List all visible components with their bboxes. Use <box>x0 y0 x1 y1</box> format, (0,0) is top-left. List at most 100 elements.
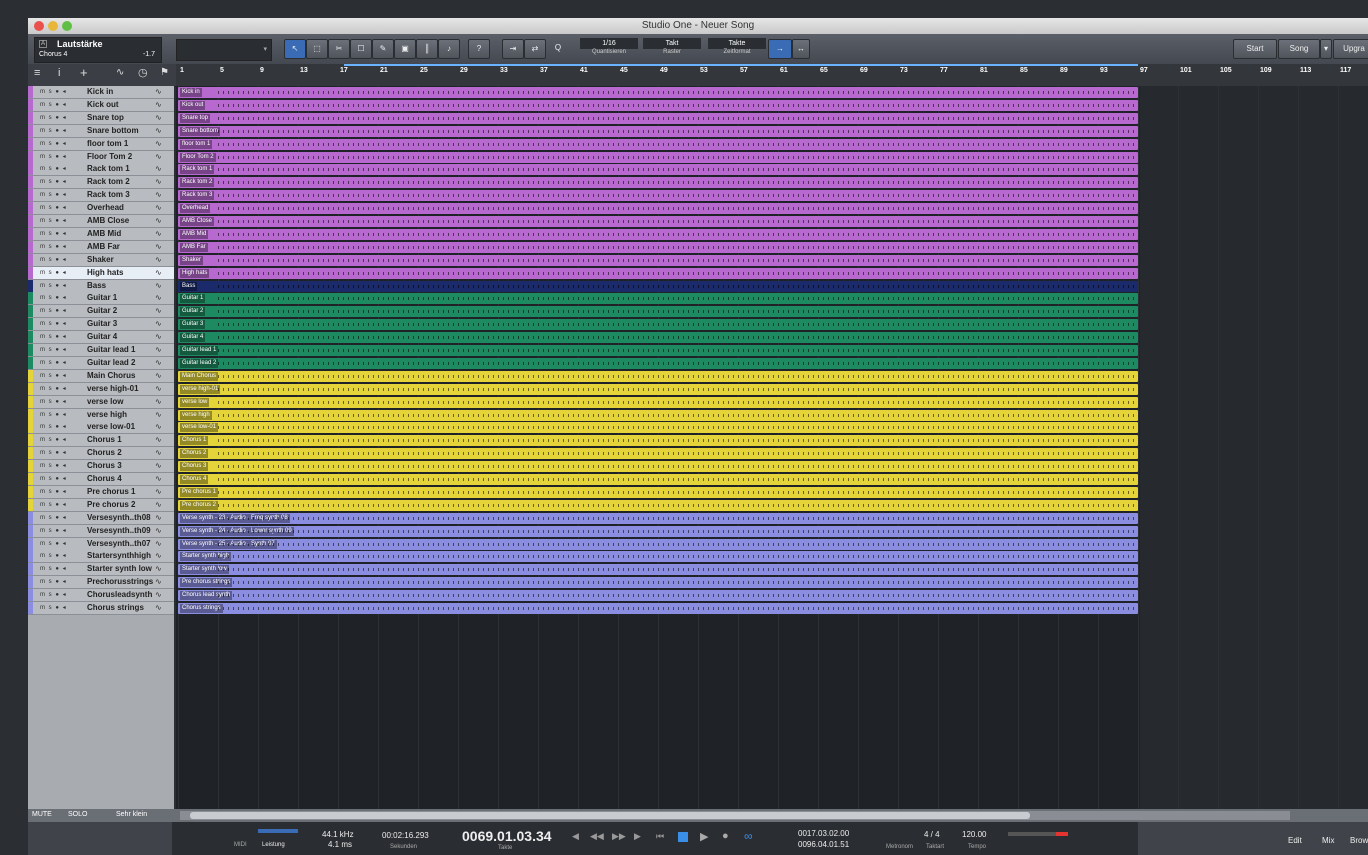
mute-tool-button[interactable]: ▣ <box>394 39 416 59</box>
upgrade-button[interactable]: Upgra <box>1333 39 1368 59</box>
track-header[interactable]: m s ● ◂ Prechorusstrings ∿ <box>28 576 174 590</box>
track-buttons[interactable]: m s ● ◂ <box>40 165 67 172</box>
audio-clip[interactable]: Pre chorus strings <box>178 577 1138 589</box>
track-header[interactable]: m s ● ◂ Versesynth..th08 ∿ <box>28 511 174 525</box>
track-buttons[interactable]: m s ● ◂ <box>40 591 67 598</box>
track-buttons[interactable]: m s ● ◂ <box>40 88 67 95</box>
track-header[interactable]: m s ● ◂ Versesynth..th07 ∿ <box>28 537 174 551</box>
audio-clip[interactable]: Guitar 4 <box>178 332 1138 344</box>
return-zero-button[interactable]: ⏮ <box>656 831 664 842</box>
track-header[interactable]: m s ● ◂ Guitar 2 ∿ <box>28 305 174 319</box>
audio-clip[interactable]: Guitar lead 2 <box>178 357 1138 369</box>
track-buttons[interactable]: m s ● ◂ <box>40 565 67 572</box>
track-header[interactable]: m s ● ◂ verse high ∿ <box>28 408 174 422</box>
audio-clip[interactable]: Snare bottom <box>178 125 1138 137</box>
zoom-icon[interactable]: Q <box>548 39 568 57</box>
song-dropdown[interactable]: ▾ <box>1320 39 1332 59</box>
snap-mode-button[interactable]: ↔ <box>792 39 810 59</box>
track-buttons[interactable]: m s ● ◂ <box>40 527 67 534</box>
timeline-ruler[interactable]: 1 5 9 13 17 21 25 29 33 37 41 45 49 53 57 61 65 69 73 77 81 8… <box>176 64 1368 86</box>
audio-clip[interactable]: floor tom 1 <box>178 138 1138 150</box>
audio-clip[interactable]: Chorus 1 <box>178 435 1138 447</box>
track-buttons[interactable]: m s ● ◂ <box>40 153 67 160</box>
track-header[interactable]: m s ● ◂ Versesynth..th09 ∿ <box>28 524 174 538</box>
audio-clip[interactable]: Main Chorus <box>178 370 1138 382</box>
add-track-icon[interactable]: + <box>80 65 88 80</box>
browse-button[interactable]: Brow <box>1350 836 1368 845</box>
track-header[interactable]: m s ● ◂ Pre chorus 2 ∿ <box>28 498 174 512</box>
track-buttons[interactable]: m s ● ◂ <box>40 475 67 482</box>
audio-clip[interactable]: Chorus lead synth <box>178 590 1138 602</box>
track-header[interactable]: m s ● ◂ AMB Close ∿ <box>28 215 174 228</box>
timeformat-control[interactable]: Takte Zeitformat <box>708 38 766 60</box>
audio-clip[interactable]: Verse synth - 23 - Audio - Freq synth 08 <box>178 512 1138 524</box>
audio-clip[interactable]: Shaker <box>178 254 1138 266</box>
track-header[interactable]: m s ● ◂ Shaker ∿ <box>28 253 174 267</box>
track-header[interactable]: m s ● ◂ Guitar 3 ∿ <box>28 318 174 332</box>
audio-clip[interactable]: Rack tom 1 <box>178 164 1138 176</box>
track-buttons[interactable]: m s ● ◂ <box>40 346 67 353</box>
track-header[interactable]: m s ● ◂ Rack tom 1 ∿ <box>28 163 174 177</box>
audio-clip[interactable]: Pre chorus 2 <box>178 499 1138 511</box>
audio-clip[interactable]: verse low-01 <box>178 422 1138 434</box>
audio-clip[interactable]: verse low <box>178 396 1138 408</box>
track-header[interactable]: m s ● ◂ Chorus 3 ∿ <box>28 460 174 474</box>
track-buttons[interactable]: m s ● ◂ <box>40 114 67 121</box>
audio-clip[interactable]: Chorus 2 <box>178 448 1138 460</box>
audio-clip[interactable]: Verse synth - 24 - Audio - Lower synth 0… <box>178 525 1138 537</box>
arrow-tool-button[interactable]: ↖ <box>284 39 306 59</box>
track-header[interactable]: m s ● ◂ AMB Mid ∿ <box>28 227 174 241</box>
track-buttons[interactable]: m s ● ◂ <box>40 307 67 314</box>
audio-clip[interactable]: Starter synth low <box>178 564 1138 576</box>
track-header[interactable]: m s ● ◂ Startersynthhigh ∿ <box>28 550 174 564</box>
audio-clip[interactable]: Kick out <box>178 99 1138 111</box>
pencil-tool-button[interactable]: ✎ <box>372 39 394 59</box>
solo-all-button[interactable]: SOLO <box>68 811 87 818</box>
audio-clip[interactable]: Chorus strings <box>178 603 1138 614</box>
audio-clip[interactable]: verse high <box>178 409 1138 421</box>
track-header[interactable]: m s ● ◂ Rack tom 3 ∿ <box>28 189 174 203</box>
inspector-parameter-display[interactable]: A Lautstärke Chorus 4 -1.7 <box>34 37 162 63</box>
track-header[interactable]: m s ● ◂ verse low ∿ <box>28 395 174 409</box>
mix-button[interactable]: Mix <box>1322 836 1334 845</box>
track-header[interactable]: m s ● ◂ Chorusleadsynth ∿ <box>28 589 174 603</box>
track-buttons[interactable]: m s ● ◂ <box>40 604 67 611</box>
audio-clip[interactable]: Verse synth - 25 - Audio - Synth 07 <box>178 538 1138 550</box>
track-buttons[interactable]: m s ● ◂ <box>40 217 67 224</box>
stop-button[interactable] <box>678 832 688 842</box>
clock-icon[interactable]: ◷ <box>138 66 148 79</box>
track-header[interactable]: m s ● ◂ Chorus 2 ∿ <box>28 447 174 461</box>
horizontal-scrollbar[interactable] <box>180 811 1290 820</box>
audio-clip[interactable]: Chorus 4 <box>178 474 1138 485</box>
track-header[interactable]: m s ● ◂ Snare bottom ∿ <box>28 124 174 138</box>
bend-tool-button[interactable]: ║ <box>416 39 438 59</box>
track-buttons[interactable]: m s ● ◂ <box>40 204 67 211</box>
track-buttons[interactable]: m s ● ◂ <box>40 269 67 276</box>
track-buttons[interactable]: m s ● ◂ <box>40 514 67 521</box>
audio-clip[interactable]: Guitar 3 <box>178 319 1138 331</box>
loop-range[interactable] <box>344 64 1138 66</box>
track-header[interactable]: m s ● ◂ verse high-01 ∿ <box>28 382 174 396</box>
track-header[interactable]: m s ● ◂ High hats ∿ <box>28 266 174 280</box>
quantize-control[interactable]: 1/16 Quantisieren <box>580 38 638 60</box>
forward-button[interactable]: ▶▶ <box>612 831 626 842</box>
track-header[interactable]: m s ● ◂ Kick out ∿ <box>28 98 174 112</box>
track-header[interactable]: m s ● ◂ Kick in ∿ <box>28 86 174 99</box>
record-button[interactable]: ● <box>722 830 729 842</box>
forward-to-end-button[interactable]: ▶ <box>634 831 641 842</box>
track-buttons[interactable]: m s ● ◂ <box>40 140 67 147</box>
audio-clip[interactable]: Floor Tom 2 <box>178 151 1138 163</box>
track-header[interactable]: m s ● ◂ Guitar lead 2 ∿ <box>28 356 174 370</box>
track-buttons[interactable]: m s ● ◂ <box>40 436 67 443</box>
track-buttons[interactable]: m s ● ◂ <box>40 385 67 392</box>
rewind-button[interactable]: ◀◀ <box>590 831 604 842</box>
help-button[interactable]: ? <box>468 39 490 59</box>
track-buttons[interactable]: m s ● ◂ <box>40 256 67 263</box>
track-buttons[interactable]: m s ● ◂ <box>40 230 67 237</box>
eraser-tool-button[interactable]: ☐ <box>350 39 372 59</box>
audio-clip[interactable]: Guitar lead 1 <box>178 345 1138 356</box>
audio-clip[interactable]: verse high-01 <box>178 383 1138 395</box>
audio-clip[interactable]: Rack tom 3 <box>178 190 1138 202</box>
play-button[interactable]: ▶ <box>700 830 708 843</box>
audio-clip[interactable]: Kick in <box>178 87 1138 98</box>
